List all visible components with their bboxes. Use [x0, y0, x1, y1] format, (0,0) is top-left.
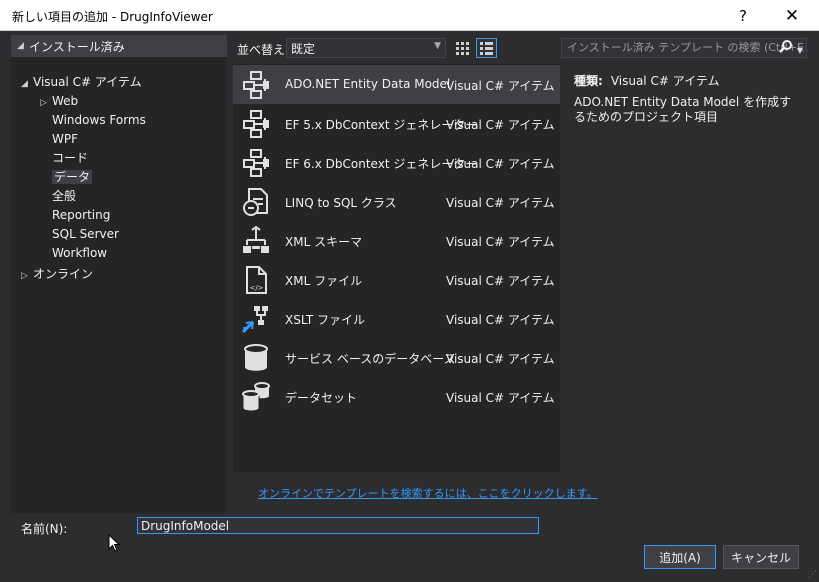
template-category: Visual C# アイテム: [446, 235, 555, 249]
template-item[interactable]: LINQ to SQL クラス Visual C# アイテム: [233, 182, 560, 221]
resize-grip-icon[interactable]: ⋰: [808, 570, 817, 580]
installed-header-label: インストール済み: [29, 39, 125, 54]
template-category: Visual C# アイテム: [446, 79, 555, 93]
tree-item[interactable]: コード: [40, 149, 88, 167]
window-title: 新しい項目の追加 - DrugInfoViewer: [12, 10, 213, 24]
list-view-icon: [480, 41, 493, 55]
search-placeholder: インストール済み テンプレート の検索 (Ctrl+E: [567, 41, 804, 54]
template-category: Visual C# アイテム: [446, 352, 555, 366]
template-item[interactable]: EF 6.x DbContext ジェネレーター Visual C# アイテム: [233, 143, 560, 182]
type-value: Visual C# アイテム: [610, 74, 720, 88]
tree-item-label: オンライン: [33, 267, 94, 281]
template-category: Visual C# アイテム: [446, 274, 555, 288]
template-item[interactable]: サービス ベースのデータベース Visual C# アイテム: [233, 338, 560, 377]
tree-item[interactable]: Reporting: [40, 206, 110, 224]
template-name: LINQ to SQL クラス: [285, 196, 397, 210]
tree-item-label: WPF: [52, 132, 79, 146]
tree-item[interactable]: WPF: [40, 130, 78, 148]
xml-file-icon: </>: [241, 265, 271, 295]
template-name: サービス ベースのデータベース: [285, 352, 456, 366]
entity-model-icon: [241, 109, 271, 139]
tree-item[interactable]: Windows Forms: [40, 111, 146, 129]
mouse-cursor-icon: [108, 534, 120, 552]
tree-item[interactable]: データ: [40, 168, 93, 186]
tree-item-label: データ: [52, 170, 93, 184]
linq-to-sql-icon: [241, 187, 271, 217]
close-button[interactable]: ✕: [770, 0, 814, 31]
category-pane: ◢ インストール済み ◢ Visual C# アイテム ▷ Web Windows Fo…: [11, 35, 227, 513]
tree-item-label: Windows Forms: [52, 113, 146, 127]
template-search-input[interactable]: インストール済み テンプレート の検索 (Ctrl+E ▼: [561, 38, 807, 58]
entity-model-icon: [241, 70, 271, 100]
collapsed-arrow-icon: ▷: [40, 98, 47, 108]
database-icon: [241, 343, 271, 373]
tree-item[interactable]: ▷ Web: [40, 92, 78, 110]
search-options-chevron-icon[interactable]: ▼: [797, 42, 803, 57]
template-item[interactable]: データセット Visual C# アイテム: [233, 377, 560, 416]
template-category: Visual C# アイテム: [446, 196, 555, 210]
xslt-file-icon: [241, 304, 271, 334]
template-category: Visual C# アイテム: [446, 391, 555, 405]
sort-dropdown[interactable]: 既定 ▼: [286, 38, 446, 58]
template-name: データセット: [285, 391, 358, 405]
tree-item[interactable]: Workflow: [40, 244, 107, 262]
name-input[interactable]: [137, 517, 539, 534]
template-item[interactable]: </> XML ファイル Visual C# アイテム: [233, 260, 560, 299]
tree-item-label: Visual C# アイテム: [33, 75, 142, 89]
chevron-down-icon: ▼: [434, 41, 441, 51]
online-search-link[interactable]: オンラインでテンプレートを検索するには、ここをクリックします。: [258, 485, 598, 501]
type-key: 種類:: [574, 74, 603, 88]
template-category: Visual C# アイテム: [446, 313, 555, 327]
tree-item-label: Workflow: [52, 246, 108, 260]
details-pane: 種類: Visual C# アイテム ADO.NET Entity Data Mo…: [561, 64, 807, 472]
expanded-arrow-icon: ◢: [17, 41, 24, 51]
tree-item-online[interactable]: ▷ オンライン: [21, 265, 93, 283]
template-name: XML ファイル: [285, 274, 363, 288]
tree-item[interactable]: 全般: [40, 187, 76, 205]
installed-header[interactable]: ◢ インストール済み: [11, 35, 227, 57]
template-category: Visual C# アイテム: [446, 118, 555, 132]
list-view-button[interactable]: [476, 38, 497, 58]
name-label: 名前(N):: [21, 522, 68, 536]
template-item[interactable]: XSLT ファイル Visual C# アイテム: [233, 299, 560, 338]
entity-model-icon: [241, 148, 271, 178]
small-icons-view-button[interactable]: [452, 38, 473, 58]
type-line: 種類: Visual C# アイテム: [574, 72, 720, 89]
template-category: Visual C# アイテム: [446, 157, 555, 171]
template-item[interactable]: EF 5.x DbContext ジェネレーター Visual C# アイテム: [233, 104, 560, 143]
tree-item[interactable]: ◢ Visual C# アイテム: [21, 73, 142, 91]
sort-value: 既定: [291, 41, 316, 56]
cancel-button[interactable]: キャンセル: [723, 545, 799, 569]
template-description: ADO.NET Entity Data Model を作成するためのプロジェクト…: [574, 95, 792, 124]
template-item[interactable]: XML スキーマ Visual C# アイテム: [233, 221, 560, 260]
grid-view-icon: [456, 41, 469, 55]
tree-item-label: SQL Server: [52, 227, 119, 241]
template-name: ADO.NET Entity Data Model: [285, 77, 451, 91]
tree-item[interactable]: SQL Server: [40, 225, 119, 243]
title-bar: 新しい項目の追加 - DrugInfoViewer ? ✕: [0, 0, 819, 31]
dataset-icon: [241, 382, 271, 412]
search-icon[interactable]: [779, 40, 792, 57]
template-name: XML スキーマ: [285, 235, 363, 249]
collapsed-arrow-icon: ▷: [21, 271, 28, 281]
sort-label: 並べ替え:: [237, 43, 290, 57]
add-button[interactable]: 追加(A): [644, 545, 716, 569]
expanded-arrow-icon: ◢: [21, 79, 28, 89]
template-item[interactable]: ADO.NET Entity Data Model Visual C# アイテム: [233, 65, 560, 104]
svg-text:</>: </>: [249, 284, 263, 292]
tree-item-label: 全般: [52, 189, 77, 203]
template-name: XSLT ファイル: [285, 313, 366, 327]
tree-item-label: Web: [52, 94, 79, 108]
tree-item-label: Reporting: [52, 208, 111, 222]
help-button[interactable]: ?: [721, 0, 765, 31]
template-list: ADO.NET Entity Data Model Visual C# アイテム E…: [233, 64, 560, 472]
xml-schema-icon: [241, 225, 271, 256]
tree-item-label: コード: [52, 151, 89, 165]
